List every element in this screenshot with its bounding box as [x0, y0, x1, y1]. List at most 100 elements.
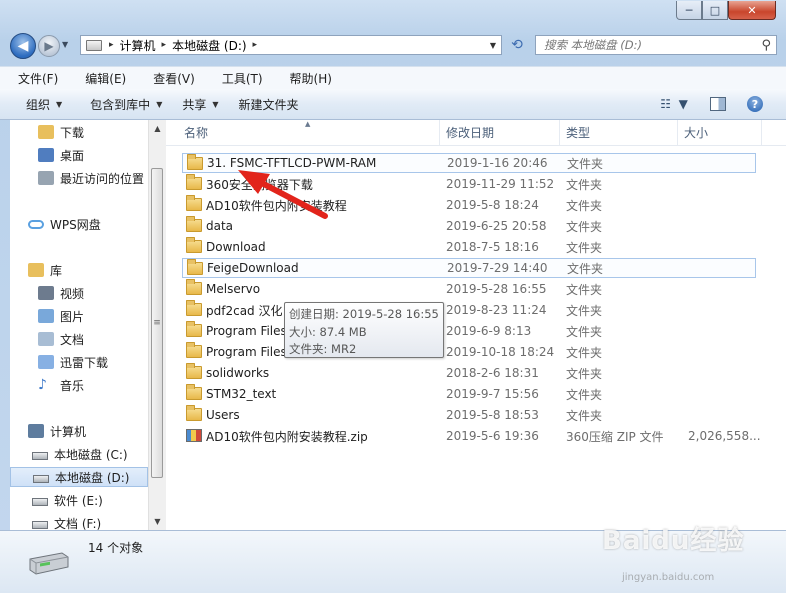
watermark-url: jingyan.baidu.com [622, 572, 715, 583]
menu-help[interactable]: 帮助(H) [272, 70, 341, 87]
include-in-library-button[interactable]: 包含到库中 ▼ [74, 96, 174, 113]
file-date: 2018-2-6 18:31 [446, 366, 539, 380]
folder-icon [186, 342, 202, 358]
column-header-name[interactable]: 名称 [178, 120, 440, 145]
chevron-right-icon[interactable]: ▸ [250, 40, 261, 50]
folder-row[interactable]: 360安全浏览器下载 2019-11-29 11:52 文件夹 [182, 174, 756, 194]
library-icon [28, 263, 44, 277]
search-input[interactable] [544, 38, 744, 52]
folder-row[interactable]: STM32_text 2019-9-7 15:56 文件夹 [182, 384, 756, 404]
search-icon[interactable]: ⚲ [761, 38, 771, 53]
file-type: 文件夹 [566, 408, 603, 423]
column-date-label: 修改日期 [446, 126, 495, 140]
folder-icon [186, 300, 202, 316]
chevron-right-icon[interactable]: ▸ [106, 40, 117, 50]
file-type: 360压缩 ZIP 文件 [566, 429, 664, 444]
address-dropdown-icon[interactable]: ▼ [485, 41, 501, 50]
caret-down-icon: ▼ [56, 99, 63, 109]
folder-row[interactable]: Download 2018-7-5 18:16 文件夹 [182, 237, 756, 257]
file-name: pdf2cad 汉化 [206, 303, 283, 318]
nav-item-documents[interactable]: 文档 [10, 329, 148, 349]
nav-item-downloads[interactable]: 下载 [10, 122, 148, 142]
column-header-date[interactable]: 修改日期 [440, 120, 560, 145]
file-date: 2019-10-18 18:24 [446, 345, 555, 359]
nav-item-cloud[interactable]: WPS网盘 [10, 214, 148, 234]
desktop-icon [38, 148, 54, 162]
file-row[interactable]: AD10软件包内附安装教程.zip 2019-5-6 19:36 360压缩 ZIP… [182, 426, 761, 446]
nav-item-label: 音乐 [60, 378, 85, 393]
maximize-button[interactable]: □ [702, 1, 728, 20]
menu-edit[interactable]: 编辑(E) [67, 70, 135, 87]
folder-row[interactable]: data 2019-6-25 20:58 文件夹 [182, 216, 756, 236]
help-button[interactable]: ? [746, 94, 764, 114]
share-button[interactable]: 共享 ▼ [174, 96, 230, 113]
folder-row[interactable]: pdf2cad 汉化 2019-8-23 11:24 文件夹 [182, 300, 756, 320]
file-list[interactable]: ▲ 名称 修改日期 类型 大小 31. FSMC-TFTLCD-PWM-RAM 2… [166, 120, 786, 530]
scrollbar-thumb[interactable]: ≡ [151, 168, 163, 478]
address-bar[interactable]: ▸ 计算机 ▸ 本地磁盘 (D:) ▸ ▼ [80, 35, 502, 55]
column-header-type[interactable]: 类型 [560, 120, 678, 145]
refresh-button[interactable]: ⟲ [505, 35, 529, 55]
menu-bar: 文件(F) 编辑(E) 查看(V) 工具(T) 帮助(H) [0, 66, 786, 89]
file-type: 文件夹 [566, 324, 603, 339]
file-date: 2019-6-9 8:13 [446, 324, 532, 338]
folder-row[interactable]: 31. FSMC-TFTLCD-PWM-RAM 2019-1-16 20:46 文件… [182, 153, 756, 173]
folder-row[interactable]: Program Files 2019-10-18 18:24 文件夹 [182, 342, 756, 362]
menu-file[interactable]: 文件(F) [0, 70, 67, 87]
file-type: 文件夹 [566, 240, 603, 255]
menu-tools[interactable]: 工具(T) [204, 70, 272, 87]
folder-icon [186, 216, 202, 232]
close-button[interactable]: ✕ [728, 1, 776, 20]
chevron-right-icon[interactable]: ▸ [159, 40, 170, 50]
file-type: 文件夹 [567, 261, 604, 276]
folder-icon [186, 405, 202, 421]
folder-row[interactable]: Melservo 2019-5-28 16:55 文件夹 [182, 279, 756, 299]
nav-item-drive-e[interactable]: 软件 (E:) [10, 490, 148, 510]
folder-row[interactable]: solidworks 2018-2-6 18:31 文件夹 [182, 363, 756, 383]
folder-row[interactable]: Users 2019-5-8 18:53 文件夹 [182, 405, 756, 425]
folder-icon [186, 384, 202, 400]
nav-item-thunder-download[interactable]: 迅雷下载 [10, 352, 148, 372]
nav-item-drive-c[interactable]: 本地磁盘 (C:) [10, 444, 148, 464]
nav-item-pictures[interactable]: 图片 [10, 306, 148, 326]
navigation-pane[interactable]: 下载桌面最近访问的位置 WPS网盘库视频图片文档迅雷下载 ♪ 音乐计算机本地磁盘 (C… [10, 120, 148, 530]
file-date: 2018-7-5 18:16 [446, 240, 539, 254]
file-date: 2019-5-8 18:53 [446, 408, 539, 422]
file-date: 2019-8-23 11:24 [446, 303, 547, 317]
folder-row[interactable]: Program Files 2019-6-9 8:13 文件夹 [182, 321, 756, 341]
menu-view[interactable]: 查看(V) [135, 70, 204, 87]
change-view-button[interactable]: ☷ ▼ [654, 94, 694, 114]
forward-button[interactable]: ▶ [38, 35, 60, 57]
nav-item-video[interactable]: 视频 [10, 283, 148, 303]
file-type: 文件夹 [566, 366, 603, 381]
folder-row[interactable]: AD10软件包内附安装教程 2019-5-8 18:24 文件夹 [182, 195, 756, 215]
nav-scrollbar[interactable]: ▲ ≡ ▼ [148, 120, 166, 530]
recent-pages-dropdown[interactable]: ▼ [62, 40, 68, 49]
view-options-icon: ☷ ▼ [660, 97, 688, 111]
preview-pane-button[interactable] [709, 94, 727, 114]
command-bar: 组织 ▼ 包含到库中 ▼ 共享 ▼ 新建文件夹 ☷ ▼ ? [0, 89, 786, 120]
scroll-up-icon[interactable]: ▲ [149, 120, 166, 137]
nav-item-computer[interactable]: 计算机 [10, 421, 148, 441]
nav-item-desktop[interactable]: 桌面 [10, 145, 148, 165]
file-type: 文件夹 [566, 219, 603, 234]
file-name: solidworks [206, 366, 270, 380]
share-label: 共享 [182, 97, 207, 112]
zip-file-icon [186, 429, 202, 442]
nav-item-library[interactable]: 库 [10, 260, 148, 280]
drive-d-icon [33, 474, 49, 483]
breadcrumb-computer[interactable]: 计算机 [117, 37, 159, 54]
organize-button[interactable]: 组织 ▼ [0, 96, 74, 113]
nav-item-music[interactable]: ♪ 音乐 [10, 375, 148, 395]
minimize-button[interactable]: ─ [676, 1, 702, 20]
new-folder-button[interactable]: 新建文件夹 [231, 96, 311, 113]
nav-item-recent-places[interactable]: 最近访问的位置 [10, 168, 148, 188]
folder-row[interactable]: FeigeDownload 2019-7-29 14:40 文件夹 [182, 258, 756, 278]
back-button[interactable]: ◀ [10, 33, 36, 59]
column-header-size[interactable]: 大小 [678, 120, 762, 145]
nav-item-drive-f[interactable]: 文档 (F:) [10, 513, 148, 530]
scroll-down-icon[interactable]: ▼ [149, 513, 166, 530]
breadcrumb-drive-d[interactable]: 本地磁盘 (D:) [169, 37, 249, 54]
search-box[interactable]: ⚲ [535, 35, 777, 55]
nav-item-drive-d[interactable]: 本地磁盘 (D:) [10, 467, 148, 487]
